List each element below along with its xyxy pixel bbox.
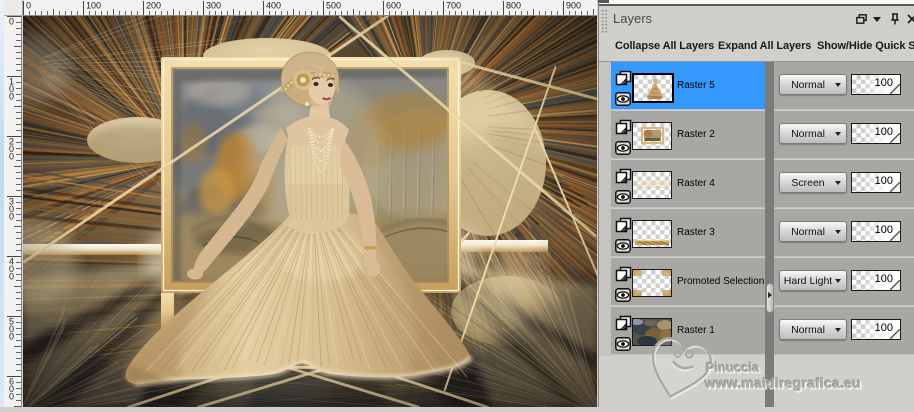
svg-text:0: 0: [9, 92, 14, 102]
svg-text:800: 800: [506, 1, 521, 11]
svg-text:100: 100: [86, 1, 101, 11]
svg-text:700: 700: [446, 1, 461, 11]
svg-text:300: 300: [206, 1, 221, 11]
svg-text:900: 900: [566, 1, 581, 11]
svg-text:0: 0: [26, 1, 31, 11]
svg-text:400: 400: [266, 1, 281, 11]
svg-text:500: 500: [326, 1, 341, 11]
svg-text:0: 0: [9, 17, 14, 27]
svg-text:0: 0: [9, 272, 14, 282]
svg-text:200: 200: [146, 1, 161, 11]
svg-text:0: 0: [9, 392, 14, 402]
svg-text:0: 0: [9, 152, 14, 162]
svg-text:0: 0: [9, 212, 14, 222]
svg-text:0: 0: [9, 332, 14, 342]
svg-text:600: 600: [386, 1, 401, 11]
